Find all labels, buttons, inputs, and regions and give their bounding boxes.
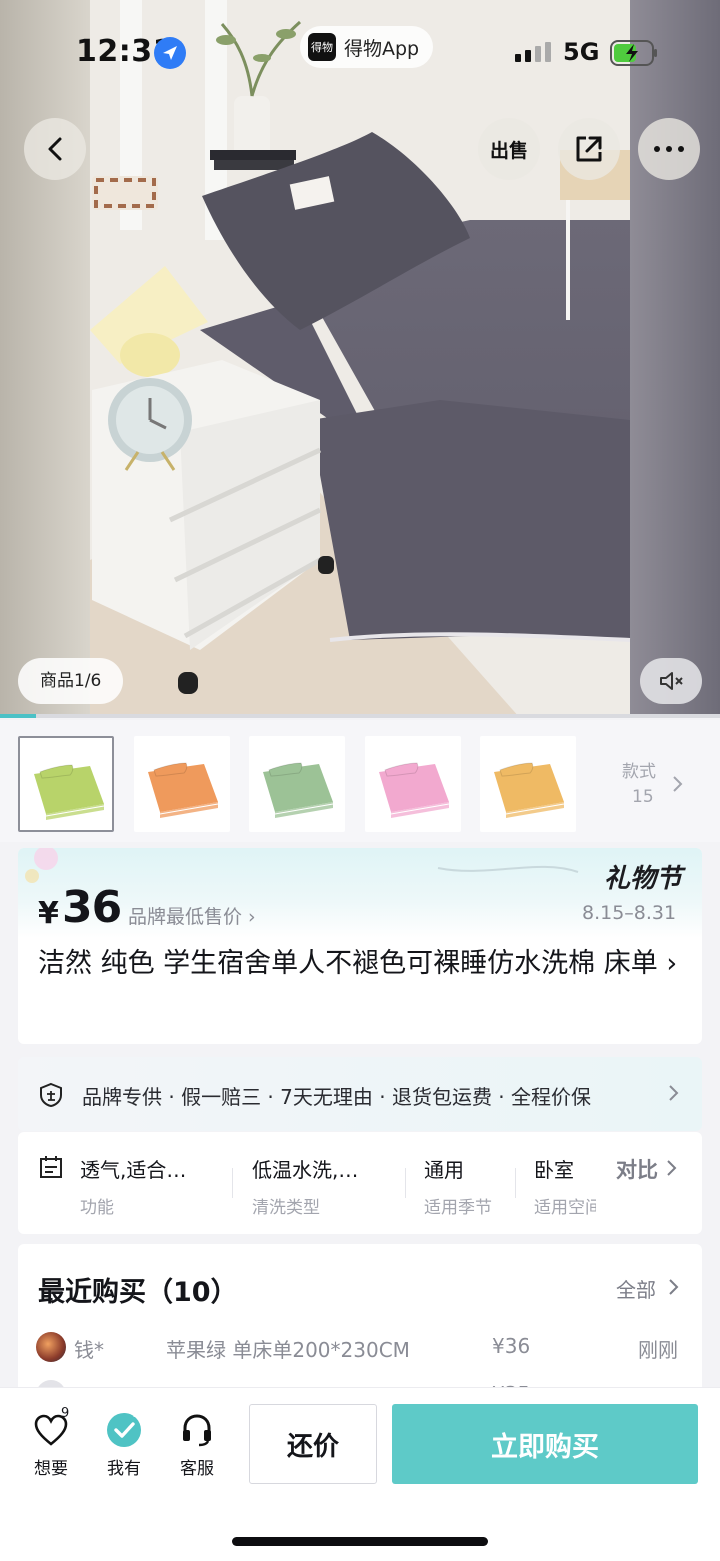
divider [232, 1168, 233, 1198]
signal-icon [515, 42, 551, 62]
style-thumbnail[interactable] [364, 736, 461, 832]
want-count-badge: 9 [61, 1406, 70, 1421]
carousel-progress-fill [0, 714, 36, 718]
attribute-value: 低温水洗,… [252, 1158, 359, 1182]
bed-sheet-thumbnail [494, 762, 565, 818]
style-thumbnail[interactable] [133, 736, 230, 832]
headset-icon [183, 1414, 211, 1447]
chevron-right-icon [669, 1279, 679, 1295]
festival-dates: 8.15–8.31 [582, 902, 677, 924]
attribute-key: 适用空间 [534, 1198, 596, 1218]
customer-service-label: 客服 [180, 1459, 214, 1479]
bottom-action-bar: 9 想要 9 我有 客服 还价 立即购买 [0, 1388, 720, 1561]
purchase-row: 钱* 苹果绿 单床单200*230CM ¥36 刚刚 [18, 1330, 702, 1370]
divider [515, 1168, 516, 1198]
calendar-icon [40, 1156, 62, 1178]
product-title[interactable]: 洁然 纯色 学生宿舍单人不褪色可裸睡仿水洗棉 床单 › [38, 944, 688, 983]
attribute-value: 透气,适合… [80, 1158, 187, 1182]
back-arrow-icon [48, 137, 62, 161]
network-label: 5G [563, 38, 600, 66]
attribute-key: 清洗类型 [252, 1198, 320, 1218]
shield-icon [40, 1082, 62, 1108]
style-thumbnails: 款式 15 [0, 720, 720, 842]
purchase-sku: 苹果绿 单床单200*230CM [166, 1338, 410, 1362]
attribute-season: 通用 适用季节 [424, 1154, 514, 1218]
style-thumbnail[interactable] [480, 736, 576, 832]
bed-sheet-thumbnail [263, 762, 334, 818]
chevron-right-icon [669, 1085, 679, 1101]
style-count-link[interactable]: 款式 15 [622, 760, 702, 810]
want-label: 想要 [34, 1459, 68, 1479]
divider [405, 1168, 406, 1198]
app-label: 得物App [344, 37, 420, 60]
attribute-wash-type: 低温水洗,… 清洗类型 [252, 1154, 402, 1218]
want-button[interactable]: 9 想要 [19, 1406, 83, 1479]
currency-symbol: ¥ [38, 896, 59, 931]
bargain-button[interactable]: 还价 [249, 1404, 377, 1484]
more-icon [654, 146, 684, 152]
mute-icon [660, 672, 683, 690]
view-all-link[interactable]: 全部 [616, 1274, 656, 1303]
status-bar: 12:31 得物 得物App 5G [0, 0, 720, 100]
attribute-value: 通用 [424, 1158, 464, 1182]
mute-button[interactable] [640, 658, 702, 704]
style-label: 款式 [622, 762, 656, 782]
attribute-space: 卧室 适用空间 [534, 1154, 596, 1218]
home-indicator [232, 1537, 488, 1546]
have-label: 我有 [107, 1459, 141, 1479]
attribute-key: 功能 [80, 1198, 114, 1218]
chevron-right-icon [667, 1160, 677, 1176]
app-switch-pill[interactable]: 得物 得物App [300, 26, 434, 68]
back-button[interactable] [24, 118, 86, 180]
chevron-right-icon [673, 776, 683, 792]
purchase-time: 刚刚 [638, 1338, 678, 1362]
sell-button[interactable]: 出售 [478, 118, 540, 180]
product-image-carousel[interactable]: 12:31 得物 得物App 5G 出售 商品1/6 [0, 0, 720, 718]
battery-charging-icon [610, 40, 657, 66]
attribute-value: 卧室 [534, 1158, 574, 1182]
price: 36 [62, 882, 122, 933]
buyer-name: 钱* [74, 1338, 104, 1362]
lowest-price-link[interactable]: 品牌最低售价 › [128, 902, 256, 929]
buy-now-button[interactable]: 立即购买 [392, 1404, 698, 1484]
purchase-amount: ¥36 [492, 1334, 531, 1358]
share-icon [576, 136, 602, 162]
bed-sheet-thumbnail [34, 764, 105, 820]
style-thumbnail[interactable] [249, 736, 345, 832]
avatar [36, 1332, 66, 1362]
service-guarantee-bar[interactable]: 品牌专供 · 假一赔三 · 7天无理由 · 退货包运费 · 全程价保 [18, 1057, 702, 1131]
product-photo [0, 0, 720, 718]
have-button[interactable]: 9 我有 [92, 1406, 156, 1479]
more-button[interactable] [638, 118, 700, 180]
have-count-badge: 9 [132, 1406, 141, 1421]
image-counter: 商品1/6 [18, 658, 124, 704]
bed-sheet-thumbnail [378, 762, 449, 818]
price-card: ¥ 36 品牌最低售价 › 礼物节 8.15–8.31 洁然 纯色 学生宿舍单人… [18, 848, 702, 1044]
carousel-progress [0, 714, 720, 718]
app-logo: 得物 [308, 33, 336, 61]
attribute-function: 透气,适合… 功能 [80, 1154, 230, 1218]
style-count: 15 [632, 787, 654, 807]
product-attributes[interactable]: 透气,适合… 功能 低温水洗,… 清洗类型 通用 适用季节 卧室 适用空间 对比 [18, 1132, 702, 1234]
share-button[interactable] [558, 118, 620, 180]
attribute-key: 适用季节 [424, 1198, 492, 1218]
recent-purchases-title: 最近购买（10） [38, 1277, 238, 1308]
bed-sheet-thumbnail [147, 762, 218, 818]
sell-label: 出售 [489, 139, 528, 162]
customer-service-button[interactable]: 客服 [165, 1410, 229, 1479]
recent-purchases: 最近购买（10） 全部 钱* 苹果绿 单床单200*230CM ¥36 刚刚 林… [18, 1244, 702, 1394]
style-thumbnail[interactable] [18, 736, 114, 832]
compare-button[interactable]: 对比 [616, 1154, 658, 1184]
service-text: 品牌专供 · 假一赔三 · 7天无理由 · 退货包运费 · 全程价保 [82, 1085, 592, 1109]
festival-logo: 礼物节 [604, 864, 683, 894]
location-icon [154, 37, 186, 69]
